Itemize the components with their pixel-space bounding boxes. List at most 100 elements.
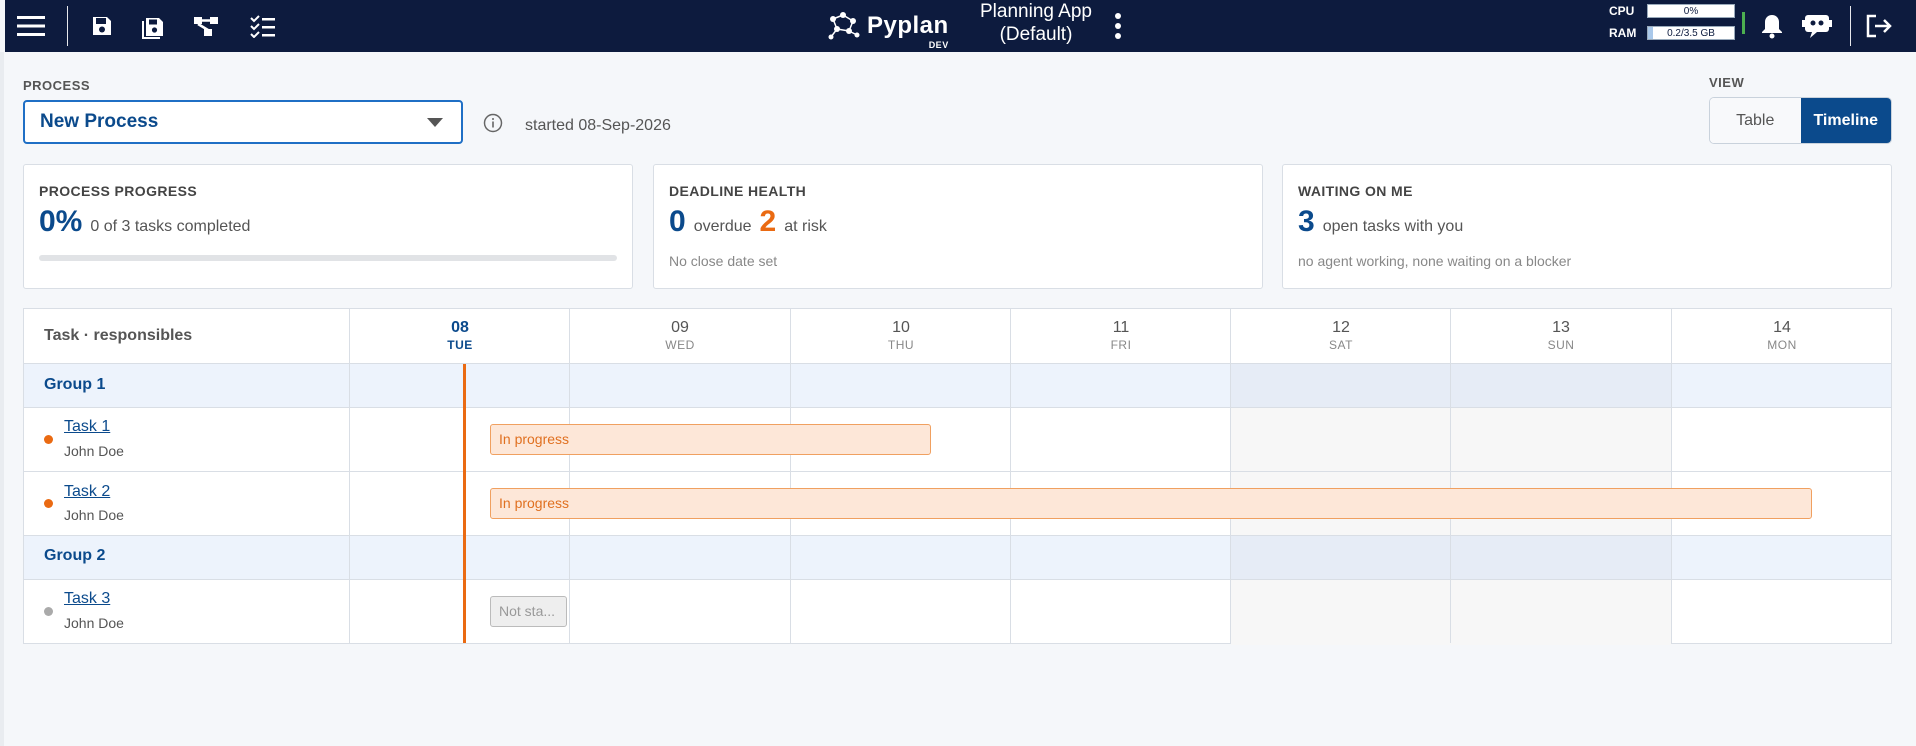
waiting-on-me-card: WAITING ON ME 3 open tasks with you no a… xyxy=(1282,164,1892,289)
waiting-summary: 3 open tasks with you xyxy=(1298,205,1463,239)
day-of-week: MON xyxy=(1767,338,1797,352)
day-of-week: SAT xyxy=(1329,338,1353,352)
cpu-bar: 0% xyxy=(1647,4,1735,18)
waiting-subtext: no agent working, none waiting on a bloc… xyxy=(1298,253,1572,269)
day-header: 13 SUN xyxy=(1451,319,1671,352)
waiting-text: open tasks with you xyxy=(1322,218,1464,235)
overdue-label: overdue xyxy=(693,218,752,235)
progress-bar xyxy=(39,255,617,261)
process-select[interactable]: New Process xyxy=(23,100,463,144)
task-owner: John Doe xyxy=(64,507,124,523)
at-risk-label: at risk xyxy=(784,218,827,235)
task-bar[interactable]: Not sta... xyxy=(490,596,567,627)
ram-bar: 0.2/3.5 GB xyxy=(1647,26,1735,40)
column-divider xyxy=(1010,309,1011,643)
deadline-health-card: DEADLINE HEALTH 0 overdue 2 at risk No c… xyxy=(653,164,1263,289)
group-name: Group 1 xyxy=(44,376,106,393)
task-status-dot xyxy=(44,435,53,444)
pyplan-logo: Pyplan DEV xyxy=(827,6,949,50)
weekend-shading xyxy=(1231,364,1671,408)
task-column-header: Task · responsibles xyxy=(44,327,193,344)
save-as-icon[interactable] xyxy=(135,8,171,44)
card-title: WAITING ON ME xyxy=(1298,183,1413,199)
day-header: 09 WED xyxy=(570,319,790,352)
task-owner: John Doe xyxy=(64,443,124,459)
group-row: Group 1 xyxy=(24,364,1891,408)
info-icon[interactable] xyxy=(483,113,503,133)
task-bar[interactable]: In progress xyxy=(490,424,931,455)
weekend-shading xyxy=(1231,579,1671,645)
caret-down-icon xyxy=(427,118,443,127)
save-icon[interactable] xyxy=(84,8,120,44)
cpu-meter: CPU 0% xyxy=(1609,4,1735,18)
group-row: Group 2 xyxy=(24,535,1891,579)
column-divider xyxy=(1450,309,1451,643)
task-bar[interactable]: In progress xyxy=(490,488,1812,519)
card-title: PROCESS PROGRESS xyxy=(39,183,198,199)
day-header: 10 THU xyxy=(791,319,1011,352)
view-timeline-button[interactable]: Timeline xyxy=(1800,98,1891,143)
day-header-today: 08 TUE xyxy=(350,319,570,352)
top-bar: Pyplan DEV Planning App (Default) CPU 0% … xyxy=(5,0,1916,52)
column-divider xyxy=(569,309,570,643)
row-divider xyxy=(24,535,1891,536)
task-status-dot xyxy=(44,499,53,508)
task-link[interactable]: Task 1 xyxy=(64,418,110,436)
column-divider xyxy=(1671,309,1672,643)
day-header: 14 MON xyxy=(1672,319,1892,352)
day-number: 14 xyxy=(1773,319,1791,336)
overdue-count: 0 xyxy=(669,205,686,238)
day-of-week: THU xyxy=(887,338,915,352)
column-divider xyxy=(349,309,350,643)
assistant-icon[interactable] xyxy=(1799,8,1835,44)
process-progress-card: PROCESS PROGRESS 0% 0 of 3 tasks complet… xyxy=(23,164,633,289)
day-number: 09 xyxy=(671,319,689,336)
row-divider xyxy=(24,579,1891,580)
status-indicator xyxy=(1742,12,1745,34)
cpu-value: 0% xyxy=(1683,6,1699,17)
cpu-label: CPU xyxy=(1609,4,1635,18)
task-owner: John Doe xyxy=(64,615,124,631)
task-status-dot xyxy=(44,607,53,616)
today-marker xyxy=(463,364,466,643)
app-more-icon[interactable] xyxy=(1108,10,1128,42)
waiting-count: 3 xyxy=(1298,205,1315,238)
ram-value: 0.2/3.5 GB xyxy=(1667,28,1715,39)
logout-icon[interactable] xyxy=(1861,8,1897,44)
process-started-date: started 08-Sep-2026 xyxy=(525,117,671,134)
day-number: 13 xyxy=(1552,319,1570,336)
weekend-shading xyxy=(1231,535,1671,579)
flow-icon[interactable] xyxy=(188,8,224,44)
day-header: 12 SAT xyxy=(1231,319,1451,352)
task-link[interactable]: Task 3 xyxy=(64,590,110,608)
task-link[interactable]: Task 2 xyxy=(64,483,110,501)
day-number: 08 xyxy=(451,319,469,336)
window-edge xyxy=(0,52,4,746)
day-number: 10 xyxy=(892,319,910,336)
logo-text: Pyplan DEV xyxy=(867,12,949,50)
view-table-button[interactable]: Table xyxy=(1710,98,1801,143)
toolbar-divider xyxy=(1850,6,1851,46)
column-divider xyxy=(1230,309,1231,643)
row-divider xyxy=(24,407,1891,408)
checklist-icon[interactable] xyxy=(245,8,281,44)
column-divider xyxy=(790,309,791,643)
menu-icon[interactable] xyxy=(13,8,49,44)
deadline-subtext: No close date set xyxy=(669,253,778,269)
progress-text: 0 of 3 tasks completed xyxy=(90,218,251,235)
day-number: 11 xyxy=(1112,319,1130,336)
group-name: Group 2 xyxy=(44,547,106,564)
day-header: 11 FRI xyxy=(1011,319,1231,352)
ram-label: RAM xyxy=(1609,26,1637,40)
view-label: VIEW xyxy=(1709,75,1745,90)
row-divider xyxy=(24,471,1891,472)
process-label: PROCESS xyxy=(23,78,91,93)
at-risk-count: 2 xyxy=(759,205,777,238)
ram-meter: RAM 0.2/3.5 GB xyxy=(1609,26,1735,40)
progress-percent: 0% xyxy=(39,205,83,238)
card-title: DEADLINE HEALTH xyxy=(669,183,807,199)
toolbar-divider xyxy=(67,6,68,46)
resource-monitor: CPU 0% RAM 0.2/3.5 GB xyxy=(1609,2,1749,42)
deadline-summary: 0 overdue 2 at risk xyxy=(669,205,827,239)
bell-icon[interactable] xyxy=(1754,8,1790,44)
